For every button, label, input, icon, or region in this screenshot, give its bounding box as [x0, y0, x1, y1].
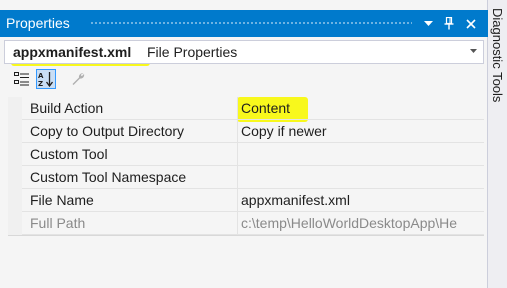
side-tab-strip: Diagnostic Tools: [488, 0, 507, 288]
svg-text:Z: Z: [38, 80, 43, 87]
dropdown-arrow-icon[interactable]: [470, 49, 477, 54]
selected-object-name: appxmanifest.xml: [13, 44, 132, 60]
description-area: [8, 235, 484, 288]
titlebar-grip: [90, 21, 412, 26]
property-value: c:\temp\HelloWorldDesktopApp\He: [241, 215, 458, 231]
svg-text:A: A: [38, 72, 44, 80]
selected-object-type: File Properties: [147, 44, 238, 60]
panel-title: Properties: [6, 15, 70, 31]
row-gutter: [8, 143, 22, 166]
wrench-icon: [72, 73, 85, 85]
row-gutter: [8, 212, 22, 235]
close-icon: [466, 18, 476, 29]
property-name: Custom Tool Namespace: [30, 169, 187, 185]
window-position-dropdown-button[interactable]: [417, 10, 439, 37]
column-divider[interactable]: [237, 97, 238, 120]
property-row-full-path[interactable]: Full Path c:\temp\HelloWorldDesktopApp\H…: [8, 212, 484, 235]
property-name: Custom Tool: [30, 146, 108, 162]
column-divider[interactable]: [237, 166, 238, 189]
column-divider[interactable]: [237, 212, 238, 235]
row-gutter: [8, 166, 22, 189]
row-gutter: [8, 97, 22, 120]
row-gutter: [8, 120, 22, 143]
properties-panel: Properties appxmanifest.xml File Propert…: [0, 0, 488, 288]
object-selector[interactable]: appxmanifest.xml File Properties: [4, 40, 484, 64]
property-value[interactable]: [241, 166, 484, 189]
property-value[interactable]: Copy if newer: [241, 120, 484, 143]
property-row-build-action[interactable]: Build Action Content: [8, 97, 484, 120]
property-name: File Name: [30, 192, 94, 208]
pin-icon: [444, 17, 454, 30]
property-name: Build Action: [30, 100, 104, 116]
alphabetical-icon: A Z: [38, 72, 54, 87]
categorized-icon: [14, 72, 29, 86]
property-pages-button[interactable]: [68, 69, 88, 89]
property-row-custom-tool-namespace[interactable]: Custom Tool Namespace: [8, 166, 484, 189]
property-row-file-name[interactable]: File Name appxmanifest.xml: [8, 189, 484, 212]
auto-hide-pin-button[interactable]: [438, 10, 460, 37]
chevron-down-icon: [423, 20, 433, 26]
property-value[interactable]: appxmanifest.xml: [241, 189, 484, 212]
panel-titlebar[interactable]: Properties: [0, 10, 488, 37]
property-name: Full Path: [30, 215, 86, 231]
diagnostic-tools-tab[interactable]: Diagnostic Tools: [490, 8, 505, 102]
property-row-copy-to-output[interactable]: Copy to Output Directory Copy if newer: [8, 120, 484, 143]
row-gutter: [8, 189, 22, 212]
property-row-custom-tool[interactable]: Custom Tool: [8, 143, 484, 166]
property-name: Copy to Output Directory: [30, 123, 185, 139]
column-divider[interactable]: [237, 189, 238, 212]
property-grid: Build Action Content Copy to Output Dire…: [8, 97, 484, 235]
categorized-button[interactable]: [12, 69, 32, 89]
properties-toolbar: A Z: [4, 66, 484, 92]
close-button[interactable]: [460, 10, 482, 37]
column-divider[interactable]: [237, 120, 238, 143]
property-value[interactable]: Content: [241, 97, 484, 120]
column-divider[interactable]: [237, 143, 238, 166]
property-value[interactable]: [241, 143, 484, 166]
alphabetical-button[interactable]: A Z: [36, 69, 56, 89]
